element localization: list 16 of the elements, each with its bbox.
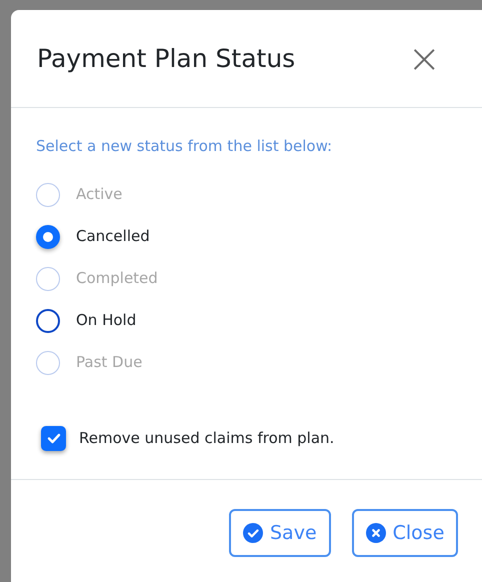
radio-label: Past Due [76,352,142,374]
radio-label: On Hold [76,310,136,332]
radio-label: Active [76,184,122,206]
radio-label: Cancelled [76,226,150,248]
x-circle-icon [366,523,386,543]
close-button[interactable]: Close [352,509,458,557]
radio-button[interactable] [36,224,60,248]
checkbox-label: Remove unused claims from plan. [79,428,334,449]
close-button[interactable]: × [407,38,441,78]
radio-button[interactable] [36,308,60,332]
checkbox[interactable] [41,426,66,450]
prompt-text: Select a new status from the list below: [36,136,334,157]
dialog-title: Payment Plan Status [37,44,296,74]
radio-label: Completed [76,268,158,290]
check-circle-icon [243,523,263,543]
save-button[interactable]: Save [229,509,331,557]
